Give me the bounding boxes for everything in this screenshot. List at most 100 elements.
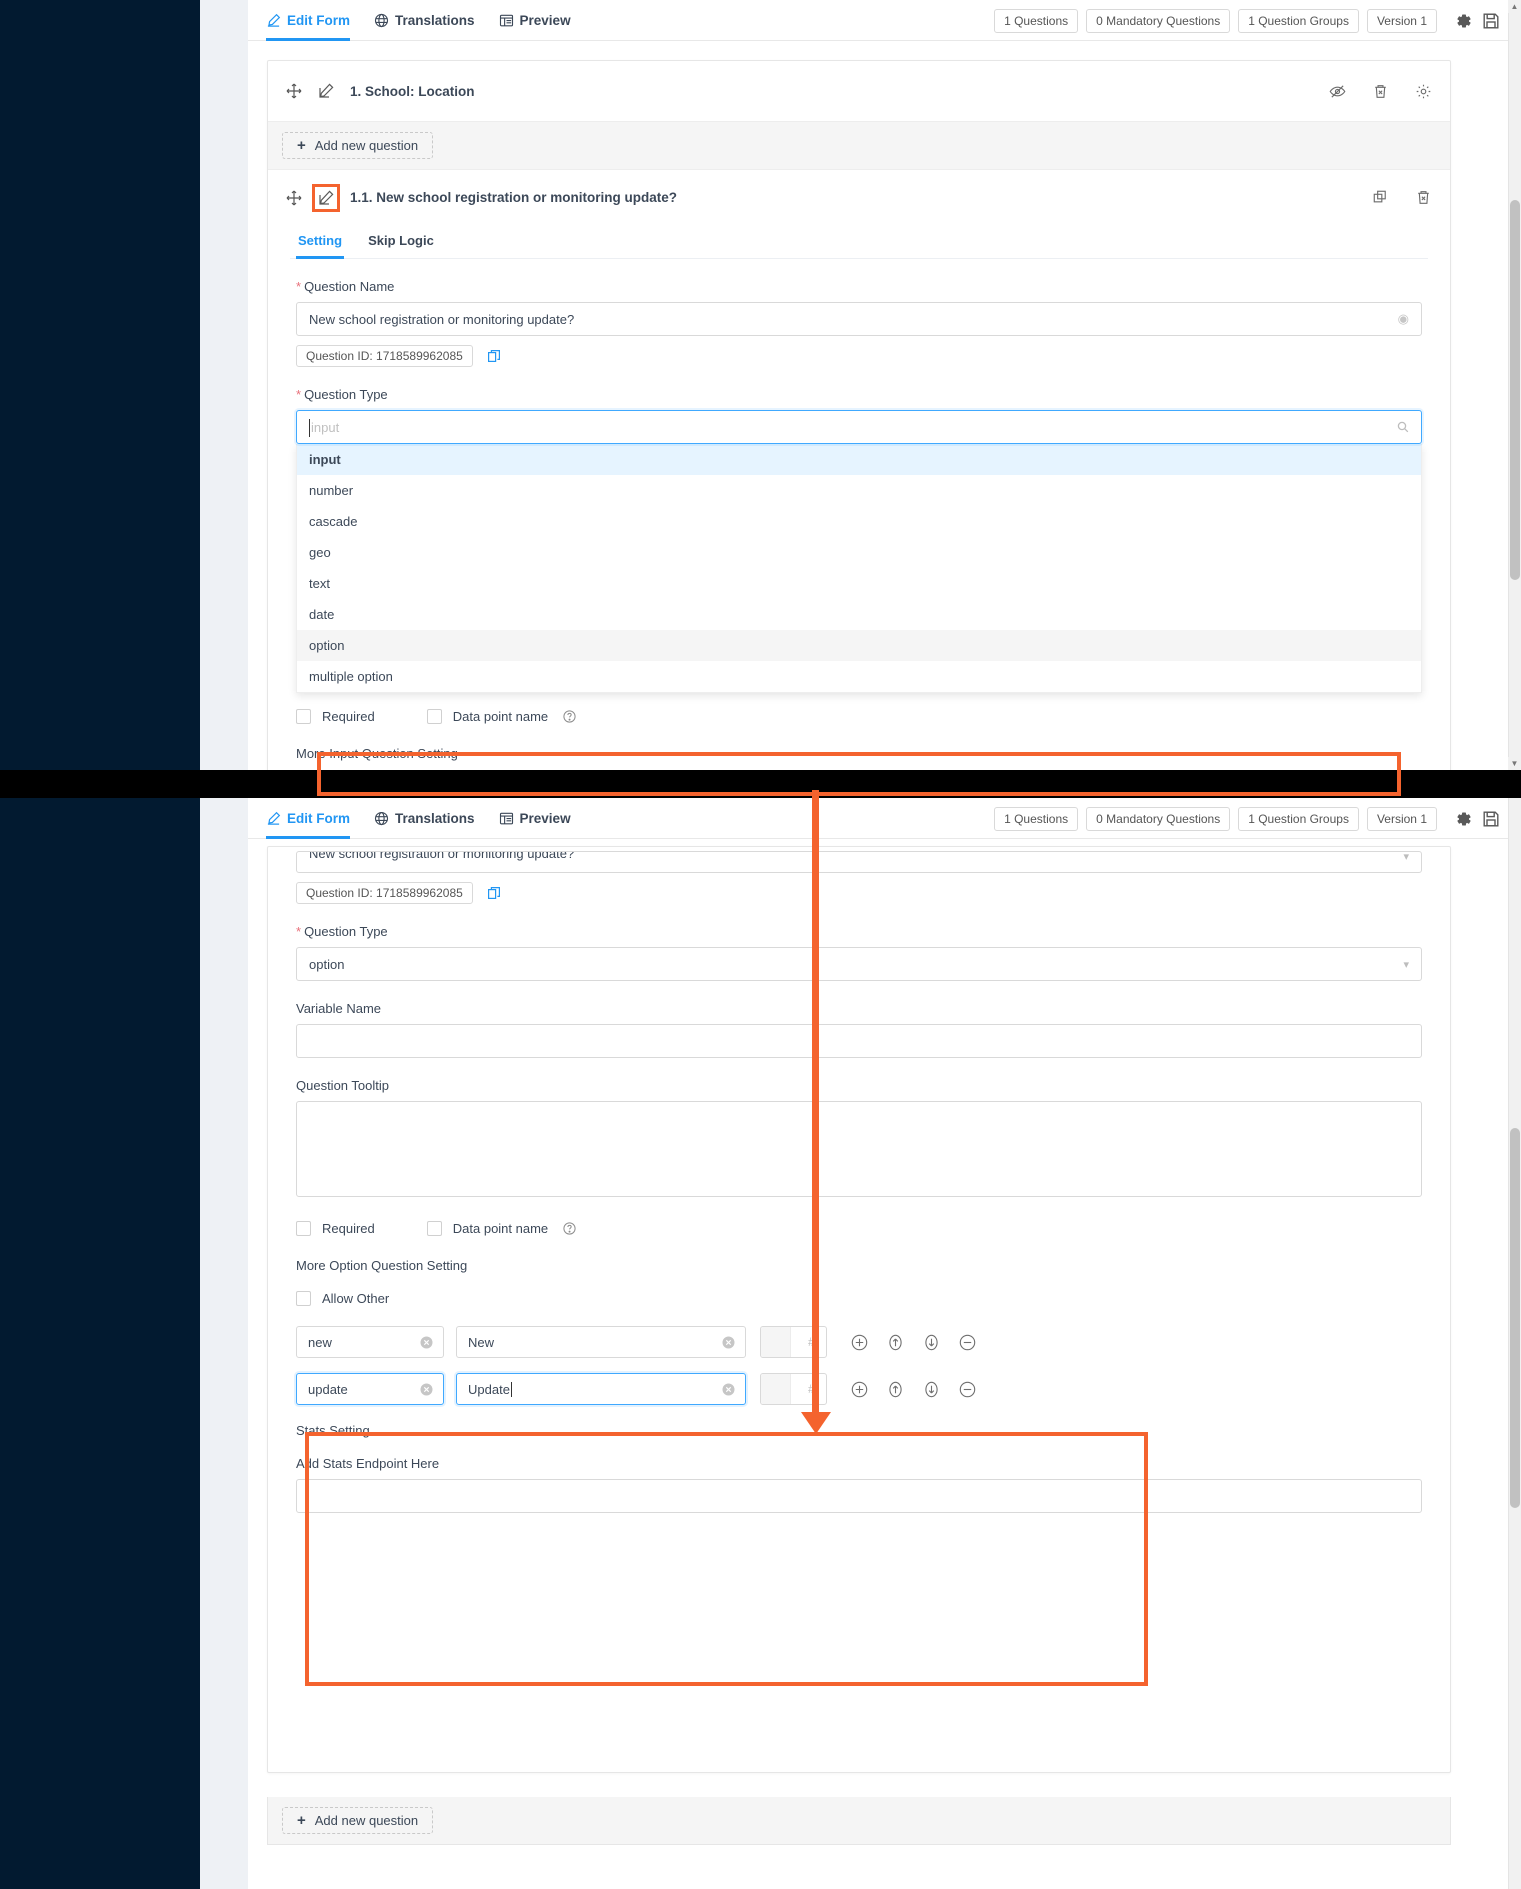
edit-pencil-icon[interactable] [312,183,340,212]
option-order-input[interactable]: #. [760,1373,827,1405]
checkbox-box [296,709,311,724]
add-option-icon[interactable] [851,1381,868,1398]
copy-icon[interactable] [487,886,501,900]
chip-mandatory-questions-count[interactable]: 0 Mandatory Questions [1086,806,1231,831]
clear-icon[interactable] [420,1383,433,1396]
data-point-name-checkbox[interactable]: Data point name [426,709,576,724]
globe-icon [374,811,389,826]
tab-translations[interactable]: Translations [374,798,475,839]
option-value-input[interactable]: new [296,1326,444,1358]
help-circle-icon[interactable] [563,710,576,723]
chip-version[interactable]: Version 1 [1366,806,1437,831]
add-new-question-button[interactable]: + Add new question [282,1807,434,1834]
question-type-select[interactable]: option ▾ [296,947,1422,981]
dropdown-option-date[interactable]: date [297,599,1421,630]
edit-icon [266,811,281,826]
chevron-down-icon[interactable]: ▾ [1403,852,1409,863]
option-order-input[interactable]: #. [760,1326,827,1358]
variable-name-input[interactable] [296,1024,1422,1058]
clear-icon[interactable] [420,1336,433,1349]
add-question-bar: + Add new question [268,121,1450,169]
dropdown-option-text[interactable]: text [297,568,1421,599]
dropdown-option-geo[interactable]: geo [297,537,1421,568]
settings-gear-icon[interactable] [1415,83,1432,100]
add-option-icon[interactable] [851,1334,868,1351]
tab-label: Translations [395,811,475,826]
option-row: update Update #. [296,1373,1422,1405]
dropdown-option-input[interactable]: input [297,444,1421,475]
stats-endpoint-input[interactable] [296,1479,1422,1513]
dropdown-option-option[interactable]: option [297,630,1421,661]
subtab-skip-logic[interactable]: Skip Logic [366,225,436,258]
save-disk-icon[interactable] [1481,11,1501,31]
chip-mandatory-questions-count[interactable]: 0 Mandatory Questions [1086,8,1231,33]
drag-handle-icon[interactable] [286,83,302,99]
move-up-icon[interactable] [887,1334,904,1351]
required-checkbox[interactable]: Required [296,709,375,724]
data-point-name-checkbox[interactable]: Data point name [426,1221,576,1236]
tab-label: Translations [395,13,475,28]
tab-label: Edit Form [287,811,350,826]
tab-preview[interactable]: Preview [499,798,571,839]
add-new-question-button[interactable]: + Add new question [282,132,434,159]
remove-option-icon[interactable] [959,1381,976,1398]
hide-eye-icon[interactable] [1329,83,1346,100]
more-input-question-setting-label: More Input Question Setting [296,746,458,761]
delete-icon[interactable] [1372,83,1389,100]
chip-questions-count[interactable]: 1 Questions [994,806,1079,831]
duplicate-icon[interactable] [1372,189,1389,206]
tab-preview[interactable]: Preview [499,0,571,41]
tab-edit-form[interactable]: Edit Form [266,0,350,41]
question-flags-row: Required Data point name [296,1221,1422,1236]
move-down-icon[interactable] [923,1334,940,1351]
delete-icon[interactable] [1415,189,1432,206]
allow-other-checkbox[interactable]: Allow Other [296,1291,389,1306]
question-body: New school registration or monitoring up… [268,847,1450,1523]
question-card-bottom: New school registration or monitoring up… [267,846,1451,1773]
tab-translations[interactable]: Translations [374,0,475,41]
tab-edit-form[interactable]: Edit Form [266,798,350,839]
option-value-input[interactable]: update [296,1373,444,1405]
question-name-input[interactable]: New school registration or monitoring up… [296,851,1422,873]
copy-icon[interactable] [487,349,501,363]
question-name-value: New school registration or monitoring up… [309,851,575,861]
clear-icon[interactable] [722,1336,735,1349]
text-caret [510,1381,512,1397]
dropdown-option-multiple-option[interactable]: multiple option [297,661,1421,692]
question-type-dropdown[interactable]: input number cascade geo text date optio… [296,444,1422,693]
move-up-icon[interactable] [887,1381,904,1398]
move-down-icon[interactable] [923,1381,940,1398]
drag-handle-icon[interactable] [286,190,302,206]
text-caret [309,419,310,437]
chip-question-groups-count[interactable]: 1 Question Groups [1238,8,1359,33]
remove-option-icon[interactable] [959,1334,976,1351]
dropdown-option-cascade[interactable]: cascade [297,506,1421,537]
left-rail [200,0,248,770]
question-type-search-input[interactable]: input [296,410,1422,444]
chip-question-groups-count[interactable]: 1 Question Groups [1238,806,1359,831]
scroll-down-arrow[interactable]: ▼ [1508,757,1521,770]
allow-other-row: Allow Other [296,1291,1422,1306]
subtab-setting[interactable]: Setting [296,225,345,259]
chevron-down-icon[interactable]: ▾ [1403,958,1409,971]
dropdown-option-number[interactable]: number [297,475,1421,506]
chip-questions-count[interactable]: 1 Questions [994,8,1079,33]
settings-gear-icon[interactable] [1453,11,1473,31]
scrollbar-thumb[interactable] [1510,1128,1520,1508]
question-tooltip-textarea[interactable] [296,1101,1422,1197]
question-name-input[interactable]: New school registration or monitoring up… [296,302,1422,336]
settings-gear-icon[interactable] [1453,809,1473,829]
checkbox-box [296,1291,311,1306]
scroll-up-arrow[interactable]: ▲ [1508,0,1521,13]
required-checkbox[interactable]: Required [296,1221,375,1236]
help-circle-icon[interactable] [563,1222,576,1235]
scrollbar-thumb[interactable] [1510,200,1520,580]
option-label-input[interactable]: Update [456,1373,746,1405]
edit-pencil-icon[interactable] [318,83,334,99]
save-disk-icon[interactable] [1481,809,1501,829]
clear-icon[interactable] [722,1383,735,1396]
clear-icon[interactable]: ◉ [1398,311,1409,327]
option-label-input[interactable]: New [456,1326,746,1358]
chip-version[interactable]: Version 1 [1366,8,1437,33]
required-asterisk: * [296,387,302,402]
